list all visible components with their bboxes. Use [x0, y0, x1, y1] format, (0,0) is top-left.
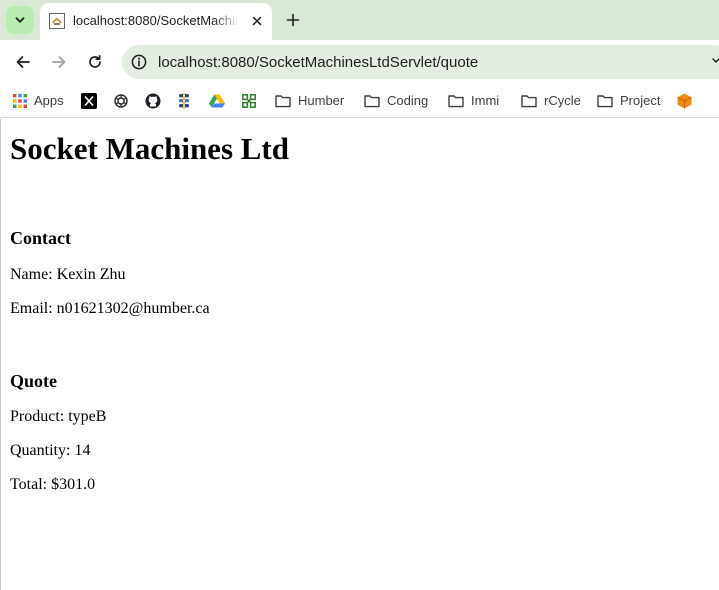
- site-info-icon[interactable]: [130, 53, 148, 71]
- bookmark-folder-project[interactable]: Project: [597, 91, 660, 111]
- reload-icon: [89, 54, 101, 68]
- bookmark-label: Apps: [34, 93, 64, 108]
- bookmark-cube[interactable]: [677, 91, 692, 111]
- bookmark-github[interactable]: [145, 91, 161, 111]
- page-title: Socket Machines Ltd: [10, 131, 289, 166]
- contact-heading: Contact: [10, 228, 71, 248]
- contact-email: Email: n01621302@humber.ca: [10, 300, 210, 317]
- bookmark-folder-immi[interactable]: Immi: [448, 91, 499, 111]
- bookmark-cluster[interactable]: [242, 91, 256, 111]
- chevron-down-icon[interactable]: [712, 56, 719, 66]
- chevron-down-icon: [15, 17, 25, 23]
- bookmarks-bar: Apps Humber Coding Immi rCycle Project: [0, 84, 719, 118]
- address-bar[interactable]: localhost:8080/SocketMachinesLtdServlet/…: [122, 45, 719, 79]
- close-icon: [252, 16, 262, 26]
- bookmark-x[interactable]: [81, 91, 97, 111]
- bookmark-apps[interactable]: Apps: [13, 91, 64, 111]
- bookmark-folder-rcycle[interactable]: rCycle: [521, 91, 581, 111]
- back-button[interactable]: [12, 51, 34, 73]
- github-logo-icon: [145, 93, 161, 109]
- bookmark-label: Coding: [387, 93, 429, 108]
- contact-name: Name: Kexin Zhu: [10, 266, 126, 283]
- folder-icon: [521, 95, 537, 108]
- tab-search-button[interactable]: [6, 6, 34, 34]
- url-text: localhost:8080/SocketMachinesLtdServlet/…: [158, 54, 479, 71]
- bookmark-folder-humber[interactable]: Humber: [275, 91, 344, 111]
- openai-logo-icon: [114, 94, 128, 108]
- java-cup-favicon-icon: [49, 13, 65, 29]
- quote-quantity: Quantity: 14: [10, 442, 91, 459]
- orange-cube-icon: [677, 93, 692, 109]
- apps-grid-icon: [13, 94, 27, 108]
- forward-button[interactable]: [48, 51, 70, 73]
- browser-toolbar: localhost:8080/SocketMachinesLtdServlet/…: [0, 40, 719, 84]
- tab-strip: localhost:8080/SocketMachinesLtdServlet/…: [0, 0, 719, 40]
- arrow-right-icon: [52, 56, 66, 68]
- stack-icon: [179, 93, 189, 109]
- google-drive-icon: [209, 94, 225, 108]
- tab-close-button[interactable]: [248, 12, 266, 30]
- folder-icon: [597, 95, 613, 108]
- folder-icon: [364, 95, 380, 108]
- bookmark-stack[interactable]: [177, 91, 191, 111]
- bookmark-label: rCycle: [544, 93, 581, 108]
- page-viewport: Socket Machines Ltd Contact Name: Kexin …: [0, 119, 719, 590]
- bookmark-label: Immi: [471, 93, 500, 108]
- bookmark-openai[interactable]: [113, 91, 129, 111]
- bookmark-label: Humber: [298, 93, 345, 108]
- x-logo-icon: [81, 93, 97, 109]
- bookmark-label: Project: [620, 93, 661, 108]
- folder-icon: [448, 95, 464, 108]
- grid-cluster-icon: [242, 94, 256, 108]
- tab-title: localhost:8080/SocketMachinesLtdServlet/…: [73, 13, 239, 28]
- bookmark-google-drive[interactable]: [209, 91, 225, 111]
- folder-icon: [275, 95, 291, 108]
- page-content: Socket Machines Ltd Contact Name: Kexin …: [10, 131, 289, 494]
- new-tab-button[interactable]: [282, 9, 304, 31]
- quote-total: Total: $301.0: [10, 476, 96, 493]
- reload-button[interactable]: [84, 51, 106, 73]
- quote-product: Product: typeB: [10, 408, 107, 425]
- plus-icon: [286, 13, 300, 27]
- bookmark-folder-coding[interactable]: Coding: [364, 91, 428, 111]
- quote-heading: Quote: [10, 371, 57, 391]
- arrow-left-icon: [16, 56, 30, 68]
- tab-active[interactable]: localhost:8080/SocketMachinesLtdServlet/…: [40, 3, 272, 40]
